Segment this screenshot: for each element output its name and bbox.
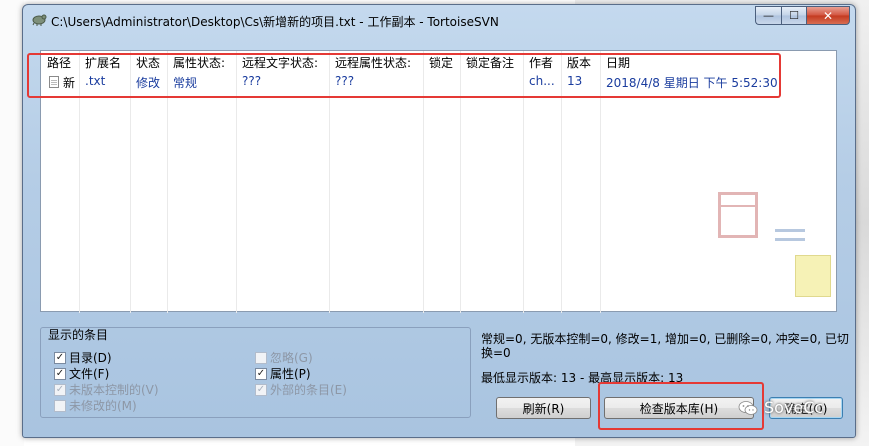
- column-header-remote-text-status[interactable]: 远程文字状态:: [242, 54, 318, 71]
- checkbox-directories[interactable]: ✓: [54, 351, 66, 364]
- checkbox-files[interactable]: ✓: [54, 367, 66, 380]
- column-header-status[interactable]: 状态: [136, 54, 160, 71]
- filter-properties[interactable]: ✓ 属性(P): [255, 365, 311, 382]
- checkbox-externals: ✓: [255, 383, 267, 396]
- column-header-remote-prop-status[interactable]: 远程属性状态:: [335, 54, 411, 71]
- minimize-icon: —: [763, 9, 774, 22]
- decorative-equals-graphic: [775, 229, 805, 241]
- column-header-revision[interactable]: 版本: [567, 54, 591, 71]
- column-header-path[interactable]: 路径: [47, 54, 71, 71]
- watermark-text: SoveCc: [764, 398, 824, 417]
- caption-buttons: — ☐ ✕: [755, 6, 850, 25]
- maximize-icon: ☐: [789, 9, 799, 22]
- title-bar[interactable]: C:\Users\Administrator\Desktop\Cs\新增新的项目…: [23, 5, 855, 35]
- filter-label: 未修改的(M): [69, 399, 137, 413]
- window-title: C:\Users\Administrator\Desktop\Cs\新增新的项目…: [51, 15, 499, 29]
- tortoisesvn-icon: [32, 14, 47, 26]
- column-header-prop-status[interactable]: 属性状态:: [173, 54, 225, 71]
- cell-date: 2018/4/8 星期日 下午 5:52:30: [606, 76, 778, 90]
- close-button[interactable]: ✕: [806, 6, 850, 25]
- cell-extension: .txt: [85, 74, 106, 88]
- cell-remote-prop-status: ???: [335, 74, 355, 88]
- filter-label: 未版本控制的(V): [69, 383, 159, 397]
- cell-prop-status: 常规: [173, 76, 198, 90]
- filter-label: 属性(P): [270, 367, 311, 381]
- column-header-extension[interactable]: 扩展名: [85, 54, 121, 71]
- cell-path: 新: [63, 76, 76, 90]
- column-header-lock-comment[interactable]: 锁定备注: [466, 54, 514, 71]
- desktop-background-left: [0, 0, 24, 446]
- status-summary: 常规=0, 无版本控制=0, 修改=1, 增加=0, 已删除=0, 冲突=0, …: [481, 332, 849, 360]
- svn-check-modifications-window: C:\Users\Administrator\Desktop\Cs\新增新的项目…: [22, 4, 856, 438]
- checkbox-properties[interactable]: ✓: [255, 367, 267, 380]
- file-status-list[interactable]: 路径 扩展名 状态 属性状态: 远程文字状态: 远程属性状态: 锁定 锁定备注 …: [40, 50, 837, 313]
- show-items-group: 显示的条目 ✓ 目录(D) ✓ 文件(F) ✓ 未版本控制的(V) 未修改的(M…: [40, 327, 471, 418]
- list-header: 路径 扩展名 状态 属性状态: 远程文字状态: 远程属性状态: 锁定 锁定备注 …: [41, 51, 836, 71]
- filter-files[interactable]: ✓ 文件(F): [54, 365, 109, 382]
- decorative-window-graphic: [718, 192, 758, 238]
- decorative-note-graphic: [795, 255, 831, 297]
- check-repository-button[interactable]: 检查版本库(H): [604, 397, 754, 419]
- filter-label: 目录(D): [69, 351, 112, 365]
- filter-label: 忽略(G): [270, 351, 313, 365]
- checkbox-unmodified: [54, 399, 66, 412]
- cell-status: 修改: [136, 76, 161, 90]
- filter-directories[interactable]: ✓ 目录(D): [54, 349, 112, 366]
- revision-range: 最低显示版本: 13 - 最高显示版本: 13: [481, 371, 684, 385]
- cell-author: ch...: [529, 74, 555, 88]
- filter-externals: ✓ 外部的条目(E): [255, 381, 347, 398]
- group-title: 显示的条目: [48, 328, 109, 342]
- cell-remote-text-status: ???: [242, 74, 262, 88]
- wechat-icon: [738, 400, 758, 415]
- wechat-watermark: SoveCc: [738, 398, 823, 417]
- checkbox-unversioned: ✓: [54, 383, 66, 396]
- text-file-icon: [49, 76, 59, 88]
- checkbox-ignored: [255, 351, 267, 364]
- refresh-button[interactable]: 刷新(R): [496, 397, 591, 419]
- cell-revision: 13: [567, 74, 583, 88]
- filter-unmodified: 未修改的(M): [54, 397, 137, 414]
- column-header-author[interactable]: 作者: [529, 54, 553, 71]
- maximize-button[interactable]: ☐: [781, 6, 806, 25]
- filter-ignored: 忽略(G): [255, 349, 313, 366]
- filter-unversioned: ✓ 未版本控制的(V): [54, 381, 159, 398]
- close-icon: ✕: [822, 8, 834, 23]
- column-header-date[interactable]: 日期: [606, 54, 630, 71]
- table-row[interactable]: 新 .txt 修改 常规 ??? ??? ch... 13 2018/4/8 星…: [41, 73, 836, 91]
- filter-label: 文件(F): [69, 367, 110, 381]
- column-header-lock[interactable]: 锁定: [429, 54, 453, 71]
- minimize-button[interactable]: —: [755, 6, 781, 25]
- filter-label: 外部的条目(E): [270, 383, 347, 397]
